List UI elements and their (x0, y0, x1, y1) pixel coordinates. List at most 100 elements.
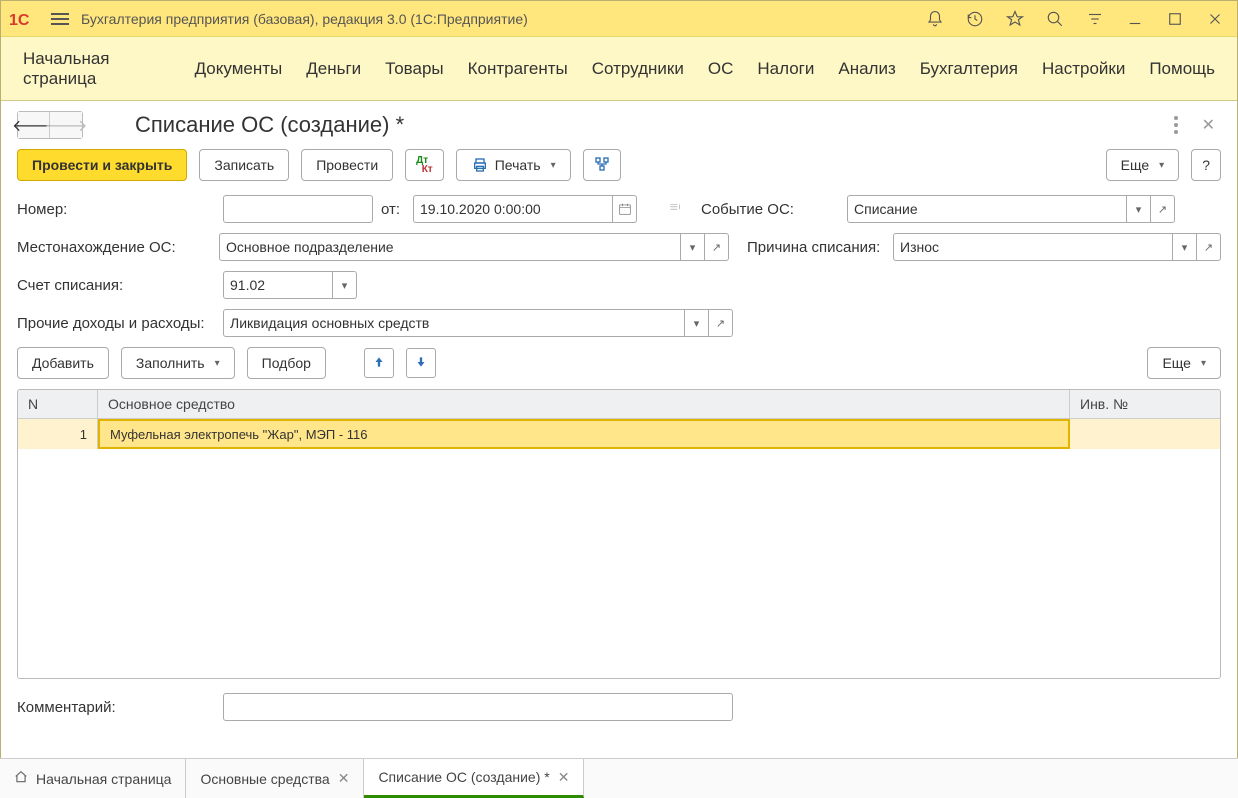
bottom-tabs: Начальная страница Основные средства ✕ С… (0, 758, 1238, 798)
nav-forward-button[interactable]: 🡒 (50, 112, 82, 138)
chevron-down-icon[interactable]: ▾ (1127, 195, 1151, 223)
search-icon[interactable] (1041, 5, 1069, 33)
structure-button[interactable] (583, 149, 621, 181)
list-form-icon[interactable] (667, 201, 683, 218)
location-input-group: Основное подразделение ▾ ↗ (219, 233, 729, 261)
location-input[interactable]: Основное подразделение (219, 233, 681, 261)
fill-button[interactable]: Заполнить ▾ (121, 347, 235, 379)
filter-icon[interactable] (1081, 5, 1109, 33)
cell-inv[interactable] (1070, 419, 1220, 449)
tab-assets-list[interactable]: Основные средства ✕ (186, 759, 364, 798)
more-button[interactable]: Еще ▾ (1106, 149, 1180, 181)
cell-asset[interactable]: Муфельная электропечь "Жар", МЭП - 116 (98, 419, 1070, 449)
menu-item-goods[interactable]: Товары (385, 59, 443, 79)
arrow-up-icon (372, 355, 386, 372)
dtkt-icon: Дт Кт (416, 156, 433, 174)
table-more-button[interactable]: Еще ▾ (1147, 347, 1221, 379)
menu-item-home[interactable]: Начальная страница (23, 49, 171, 89)
table-header: N Основное средство Инв. № (18, 390, 1220, 419)
col-n[interactable]: N (18, 390, 98, 418)
table-body[interactable]: 1 Муфельная электропечь "Жар", МЭП - 116 (18, 419, 1220, 678)
tab-close-icon[interactable]: ✕ (338, 770, 350, 787)
number-label: Номер: (17, 201, 215, 218)
menu-item-counterparties[interactable]: Контрагенты (468, 59, 568, 79)
row-other: Прочие доходы и расходы: Ликвидация осно… (17, 309, 1221, 337)
col-inv[interactable]: Инв. № (1070, 390, 1220, 418)
location-label: Местонахождение ОС: (17, 239, 211, 256)
tab-label: Основные средства (200, 771, 329, 787)
chevron-down-icon: ▾ (1201, 358, 1206, 369)
menu-item-documents[interactable]: Документы (195, 59, 283, 79)
tab-writeoff[interactable]: Списание ОС (создание) * ✕ (364, 759, 584, 798)
col-asset[interactable]: Основное средство (98, 390, 1070, 418)
add-button[interactable]: Добавить (17, 347, 109, 379)
move-up-button[interactable] (364, 348, 394, 378)
tab-home[interactable]: Начальная страница (0, 759, 186, 798)
row-account: Счет списания: 91.02 ▾ (17, 271, 1221, 299)
other-input[interactable]: Ликвидация основных средств (223, 309, 685, 337)
pick-button[interactable]: Подбор (247, 347, 326, 379)
tab-close-icon[interactable]: ✕ (558, 769, 570, 786)
structure-icon (594, 156, 610, 175)
comment-label: Комментарий: (17, 699, 215, 716)
reason-input-group: Износ ▾ ↗ (893, 233, 1221, 261)
dtkt-button[interactable]: Дт Кт (405, 149, 444, 181)
bell-icon[interactable] (921, 5, 949, 33)
app-title: Бухгалтерия предприятия (базовая), редак… (81, 11, 528, 27)
event-input[interactable]: Списание (847, 195, 1127, 223)
post-and-close-button[interactable]: Провести и закрыть (17, 149, 187, 181)
assets-table: N Основное средство Инв. № 1 Муфельная э… (17, 389, 1221, 679)
page-title: Списание ОС (создание) * (135, 112, 404, 138)
cell-n[interactable]: 1 (18, 419, 98, 449)
open-icon[interactable]: ↗ (1151, 195, 1175, 223)
date-input-group: 19.10.2020 0:00:00 (413, 195, 637, 223)
reason-label: Причина списания: (747, 239, 885, 256)
menu-item-accounting[interactable]: Бухгалтерия (920, 59, 1018, 79)
save-button[interactable]: Записать (199, 149, 289, 181)
menu-item-employees[interactable]: Сотрудники (592, 59, 684, 79)
svg-text:1С: 1С (9, 12, 30, 29)
table-row[interactable]: 1 Муфельная электропечь "Жар", МЭП - 116 (18, 419, 1220, 449)
comment-input[interactable] (223, 693, 733, 721)
kebab-icon[interactable] (1166, 116, 1186, 134)
row-comment: Комментарий: (17, 693, 1221, 721)
menu-item-money[interactable]: Деньги (306, 59, 361, 79)
print-label: Печать (495, 157, 541, 173)
post-button[interactable]: Провести (301, 149, 393, 181)
number-input[interactable] (223, 195, 373, 223)
chevron-down-icon[interactable]: ▾ (685, 309, 709, 337)
main-menu: Начальная страница Документы Деньги Това… (1, 37, 1237, 101)
move-down-button[interactable] (406, 348, 436, 378)
help-button[interactable]: ? (1191, 149, 1221, 181)
menu-item-analysis[interactable]: Анализ (838, 59, 895, 79)
event-input-group: Списание ▾ ↗ (847, 195, 1175, 223)
reason-input[interactable]: Износ (893, 233, 1173, 261)
close-document-button[interactable]: ✕ (1196, 115, 1221, 135)
chevron-down-icon: ▾ (1159, 160, 1164, 171)
open-icon[interactable]: ↗ (1197, 233, 1221, 261)
history-icon[interactable] (961, 5, 989, 33)
account-input-group: 91.02 ▾ (223, 271, 357, 299)
calendar-icon[interactable] (613, 195, 637, 223)
menu-item-help[interactable]: Помощь (1149, 59, 1215, 79)
chevron-down-icon[interactable]: ▾ (1173, 233, 1197, 261)
hamburger-icon[interactable] (51, 13, 69, 25)
other-input-group: Ликвидация основных средств ▾ ↗ (223, 309, 733, 337)
chevron-down-icon[interactable]: ▾ (681, 233, 705, 261)
account-input[interactable]: 91.02 (223, 271, 333, 299)
more-label: Еще (1121, 157, 1150, 173)
minimize-icon[interactable] (1121, 5, 1149, 33)
arrow-down-icon (414, 355, 428, 372)
menu-item-assets[interactable]: ОС (708, 59, 734, 79)
menu-item-settings[interactable]: Настройки (1042, 59, 1125, 79)
chevron-down-icon: ▾ (215, 358, 220, 369)
close-icon[interactable] (1201, 5, 1229, 33)
print-button[interactable]: Печать ▾ (456, 149, 571, 181)
maximize-icon[interactable] (1161, 5, 1189, 33)
open-icon[interactable]: ↗ (709, 309, 733, 337)
chevron-down-icon[interactable]: ▾ (333, 271, 357, 299)
star-icon[interactable] (1001, 5, 1029, 33)
menu-item-taxes[interactable]: Налоги (757, 59, 814, 79)
open-icon[interactable]: ↗ (705, 233, 729, 261)
date-input[interactable]: 19.10.2020 0:00:00 (413, 195, 613, 223)
